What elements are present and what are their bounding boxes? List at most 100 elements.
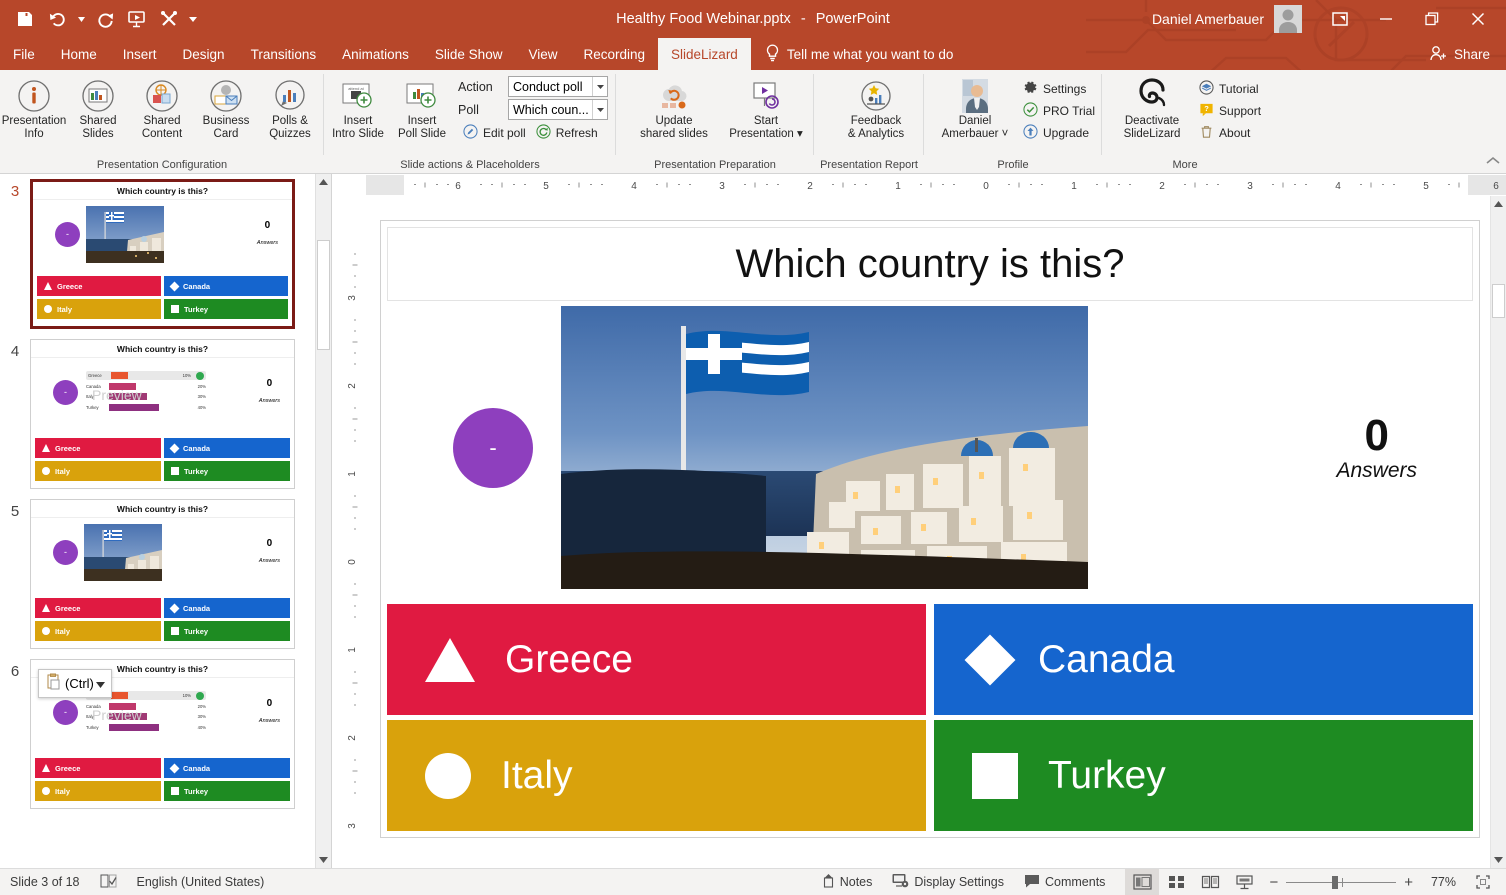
chart-row-turkey: Turkey 40% xyxy=(86,403,206,411)
undo-icon[interactable] xyxy=(42,5,72,33)
polls-quizzes-button[interactable]: Polls & Quizzes xyxy=(258,74,322,144)
normal-view-icon[interactable] xyxy=(1125,868,1160,895)
feedback-analytics-button[interactable]: Feedback & Analytics xyxy=(830,74,922,144)
list-item[interactable]: 5 Which country is this? - 0 Answers Gre… xyxy=(0,494,322,654)
profile-button[interactable]: Daniel Amerbauer ˅ xyxy=(932,74,1018,144)
start-presentation-dropdown-icon[interactable]: ▾ xyxy=(794,128,803,140)
tab-animations[interactable]: Animations xyxy=(329,38,422,70)
start-presentation-button[interactable]: Start Presentation ▾ xyxy=(720,74,812,144)
tab-recording[interactable]: Recording xyxy=(570,38,658,70)
slide-canvas[interactable]: Which country is this? - 0 Answers Greec… xyxy=(380,220,1480,838)
shared-content-button[interactable]: Shared Content xyxy=(130,74,194,144)
slide-vertical-scrollbar[interactable] xyxy=(1490,196,1506,868)
slide-scroll-up-icon[interactable] xyxy=(1491,196,1506,212)
spellcheck-button[interactable] xyxy=(90,869,127,895)
collapse-ribbon-button[interactable] xyxy=(1486,153,1500,171)
pro-trial-button[interactable]: PRO Trial xyxy=(1018,100,1100,122)
redo-icon[interactable] xyxy=(90,5,120,33)
action-dropdown-icon[interactable] xyxy=(592,77,607,96)
zoom-level[interactable]: 77% xyxy=(1421,869,1466,895)
slide-thumbnail[interactable]: Which country is this? - Greece 10% C xyxy=(30,339,295,489)
account-name[interactable]: Daniel Amerbauer xyxy=(1152,11,1264,27)
fit-to-window-icon[interactable] xyxy=(1466,869,1500,895)
poll-dropdown-icon[interactable] xyxy=(592,100,607,119)
poll-option-canada-label: Canada xyxy=(1038,637,1175,681)
tell-me-box[interactable]: Tell me what you want to do xyxy=(751,38,953,70)
insert-poll-slide-button[interactable]: Insert Poll Slide xyxy=(390,74,454,144)
slide-show-icon[interactable] xyxy=(1227,869,1261,895)
zoom-in-button[interactable]: + xyxy=(1404,874,1413,891)
poll-option-italy[interactable]: Italy xyxy=(387,720,926,831)
slide-scrollbar-thumb[interactable] xyxy=(1492,284,1505,318)
avatar[interactable] xyxy=(1274,5,1302,33)
poll-options-row-2: Italy Turkey xyxy=(387,720,1473,831)
tab-slidelizard[interactable]: SlideLizard xyxy=(658,38,751,70)
slide-thumbnail[interactable]: Which country is this? - 0 Answers Greec… xyxy=(30,179,295,329)
save-icon[interactable] xyxy=(10,5,40,33)
slide-scroll-down-icon[interactable] xyxy=(1491,852,1506,868)
paste-options-popup[interactable]: (Ctrl) xyxy=(38,669,112,698)
deactivate-slidelizard-button[interactable]: Deactivate SlideLizard xyxy=(1110,74,1194,144)
zoom-handle[interactable] xyxy=(1332,875,1339,889)
group-title-presentation-configuration: Presentation Configuration xyxy=(96,159,228,171)
notes-button[interactable]: Notes xyxy=(812,869,883,895)
tab-view[interactable]: View xyxy=(515,38,570,70)
poll-option-canada[interactable]: Canada xyxy=(934,604,1473,715)
tab-transitions[interactable]: Transitions xyxy=(238,38,330,70)
country-photo[interactable] xyxy=(561,306,1088,589)
zoom-slider[interactable]: − + xyxy=(1261,874,1421,891)
comments-button[interactable]: Comments xyxy=(1014,869,1115,895)
scroll-up-icon[interactable] xyxy=(316,174,331,190)
tab-insert[interactable]: Insert xyxy=(110,38,170,70)
scroll-down-icon[interactable] xyxy=(316,852,331,868)
thumbnail-scrollbar[interactable] xyxy=(315,174,331,868)
tab-design[interactable]: Design xyxy=(170,38,238,70)
share-button[interactable]: Share xyxy=(1430,38,1506,70)
about-button[interactable]: About xyxy=(1194,122,1266,144)
edit-poll-button[interactable]: Edit poll xyxy=(458,122,531,144)
scrollbar-thumb[interactable] xyxy=(317,240,330,350)
slide-thumbnail[interactable]: Which country is this? - 0 Answers Greec… xyxy=(30,499,295,649)
profile-dropdown-icon[interactable]: ˅ xyxy=(998,128,1009,140)
tab-file[interactable]: File xyxy=(0,38,48,70)
reading-view-icon[interactable] xyxy=(1193,869,1227,895)
list-item[interactable]: 4 Which country is this? - Greece 10% Ca… xyxy=(0,334,322,494)
action-combobox[interactable]: Conduct poll xyxy=(508,76,608,97)
display-settings-button[interactable]: Display Settings xyxy=(882,869,1014,895)
presentation-info-button[interactable]: Presentation Info xyxy=(2,74,66,144)
start-from-beginning-icon[interactable] xyxy=(122,5,152,33)
business-card-button[interactable]: Business Card xyxy=(194,74,258,144)
tutorial-button[interactable]: Tutorial xyxy=(1194,78,1266,100)
slide-sorter-icon[interactable] xyxy=(1159,869,1193,895)
slide-counter[interactable]: Slide 3 of 18 xyxy=(0,869,90,895)
about-trash-icon xyxy=(1199,124,1214,142)
poll-dot[interactable]: - xyxy=(453,407,533,488)
vertical-ruler[interactable]: 3 2 1 0 1 2 3 xyxy=(344,204,366,860)
qat-overflow-icon[interactable] xyxy=(186,5,200,33)
minimize-button[interactable] xyxy=(1364,0,1408,38)
slide-title-placeholder[interactable]: Which country is this? xyxy=(387,227,1473,301)
list-item[interactable]: 3 Which country is this? - 0 Answers Gre… xyxy=(0,174,322,334)
poll-option-greece[interactable]: Greece xyxy=(387,604,926,715)
customize-tools-icon[interactable] xyxy=(154,5,184,33)
undo-dropdown-icon[interactable] xyxy=(74,5,88,33)
refresh-button[interactable]: Refresh xyxy=(531,122,603,144)
ribbon-display-options-button[interactable] xyxy=(1318,0,1362,38)
horizontal-ruler[interactable]: 6 5 4 3 2 1 0 1 2 3 4 5 6 xyxy=(332,174,1506,196)
poll-option-turkey[interactable]: Turkey xyxy=(934,720,1473,831)
upgrade-button[interactable]: Upgrade xyxy=(1018,122,1100,144)
settings-button[interactable]: Settings xyxy=(1018,78,1100,100)
poll-combobox[interactable]: Which coun... xyxy=(508,99,608,120)
language-button[interactable]: English (United States) xyxy=(127,869,275,895)
shared-slides-button[interactable]: Shared Slides xyxy=(66,74,130,144)
support-button[interactable]: ? Support xyxy=(1194,100,1266,122)
update-shared-slides-button[interactable]: Update shared slides xyxy=(628,74,720,144)
tab-home[interactable]: Home xyxy=(48,38,110,70)
restore-button[interactable] xyxy=(1410,0,1454,38)
zoom-out-button[interactable]: − xyxy=(1269,874,1278,891)
tab-slide-show[interactable]: Slide Show xyxy=(422,38,516,70)
close-button[interactable] xyxy=(1456,0,1500,38)
zoom-track[interactable] xyxy=(1286,875,1397,889)
insert-intro-slide-button[interactable]: attend at Insert Intro Slide xyxy=(326,74,390,144)
paste-dropdown-icon[interactable] xyxy=(95,676,105,691)
